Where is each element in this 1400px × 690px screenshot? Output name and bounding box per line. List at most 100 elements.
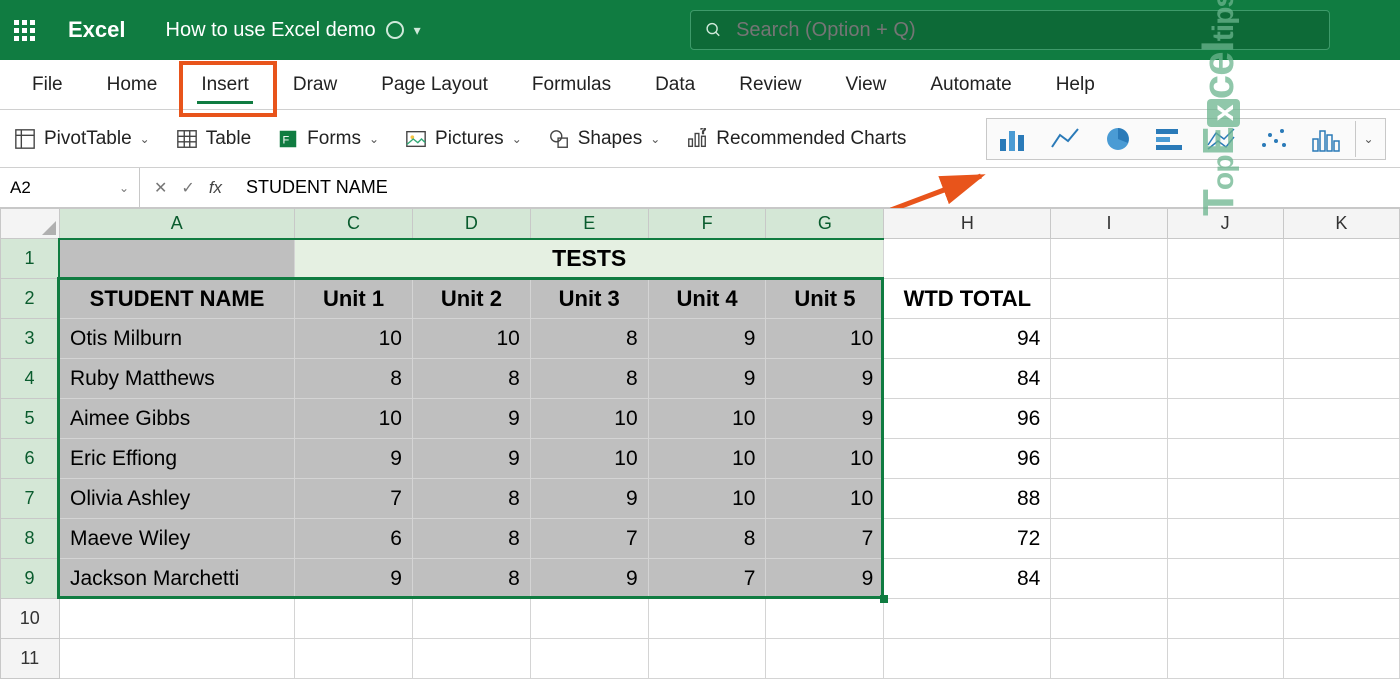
- cell[interactable]: [1051, 359, 1167, 399]
- line-chart-button[interactable]: [1043, 121, 1089, 157]
- cell[interactable]: Otis Milburn: [59, 319, 295, 359]
- cell[interactable]: [1051, 479, 1167, 519]
- cell[interactable]: Unit 5: [766, 279, 884, 319]
- column-header[interactable]: K: [1283, 209, 1399, 239]
- cell[interactable]: 10: [412, 319, 530, 359]
- cell[interactable]: [1051, 399, 1167, 439]
- tab-formulas[interactable]: Formulas: [510, 60, 633, 110]
- cell[interactable]: [1167, 519, 1283, 559]
- recommended-charts-button[interactable]: ? Recommended Charts: [686, 128, 906, 150]
- tab-insert[interactable]: Insert: [179, 60, 271, 110]
- more-charts-button[interactable]: ⌄: [1355, 121, 1381, 157]
- cell[interactable]: 10: [766, 319, 884, 359]
- row-header[interactable]: 3: [1, 319, 60, 359]
- cell[interactable]: [1283, 359, 1399, 399]
- cell[interactable]: Jackson Marchetti: [59, 559, 295, 599]
- tab-page-layout[interactable]: Page Layout: [359, 60, 510, 110]
- cell[interactable]: [1167, 439, 1283, 479]
- cell[interactable]: [1167, 319, 1283, 359]
- cell[interactable]: 10: [766, 439, 884, 479]
- column-header[interactable]: J: [1167, 209, 1283, 239]
- cell[interactable]: Unit 1: [295, 279, 413, 319]
- row-header[interactable]: 2: [1, 279, 60, 319]
- cell[interactable]: 9: [648, 319, 766, 359]
- cancel-icon[interactable]: ✕: [154, 178, 167, 198]
- cell[interactable]: 9: [412, 439, 530, 479]
- cell[interactable]: [530, 639, 648, 679]
- cell[interactable]: [59, 239, 295, 279]
- table-button[interactable]: Table: [176, 128, 251, 150]
- cell[interactable]: [884, 239, 1051, 279]
- cell[interactable]: [1283, 559, 1399, 599]
- cell[interactable]: [1283, 239, 1399, 279]
- cell[interactable]: 7: [648, 559, 766, 599]
- cell[interactable]: [1051, 439, 1167, 479]
- cell[interactable]: [1051, 239, 1167, 279]
- tab-file[interactable]: File: [10, 60, 85, 110]
- cell[interactable]: [59, 599, 295, 639]
- tab-data[interactable]: Data: [633, 60, 717, 110]
- row-header[interactable]: 11: [1, 639, 60, 679]
- cell[interactable]: [1283, 439, 1399, 479]
- cell[interactable]: [648, 599, 766, 639]
- row-header[interactable]: 1: [1, 239, 60, 279]
- cell[interactable]: Unit 3: [530, 279, 648, 319]
- cell[interactable]: TESTS: [295, 239, 884, 279]
- cell[interactable]: [1051, 319, 1167, 359]
- cell[interactable]: 10: [766, 479, 884, 519]
- cell[interactable]: [295, 599, 413, 639]
- cell[interactable]: 9: [766, 359, 884, 399]
- column-header[interactable]: D: [412, 209, 530, 239]
- row-header[interactable]: 4: [1, 359, 60, 399]
- cell[interactable]: 96: [884, 399, 1051, 439]
- cell[interactable]: 10: [530, 439, 648, 479]
- scatter-chart-button[interactable]: [1251, 121, 1297, 157]
- cell[interactable]: [1051, 639, 1167, 679]
- row-header[interactable]: 9: [1, 559, 60, 599]
- cell[interactable]: 10: [530, 399, 648, 439]
- cell[interactable]: 88: [884, 479, 1051, 519]
- cell[interactable]: [766, 639, 884, 679]
- select-all-corner[interactable]: [1, 209, 60, 239]
- cell[interactable]: [1283, 279, 1399, 319]
- cell[interactable]: 9: [295, 439, 413, 479]
- app-launcher-icon[interactable]: [10, 16, 38, 44]
- cell[interactable]: Unit 4: [648, 279, 766, 319]
- cell[interactable]: [530, 599, 648, 639]
- cell[interactable]: 7: [766, 519, 884, 559]
- cell[interactable]: Unit 2: [412, 279, 530, 319]
- tab-automate[interactable]: Automate: [908, 60, 1033, 110]
- cell[interactable]: 10: [295, 319, 413, 359]
- cell[interactable]: 9: [412, 399, 530, 439]
- cell[interactable]: [59, 639, 295, 679]
- cell[interactable]: STUDENT NAME: [59, 279, 295, 319]
- tab-review[interactable]: Review: [717, 60, 823, 110]
- cell[interactable]: [1167, 639, 1283, 679]
- cell[interactable]: [412, 599, 530, 639]
- cell[interactable]: [1283, 599, 1399, 639]
- cell[interactable]: [884, 639, 1051, 679]
- cell[interactable]: [1167, 399, 1283, 439]
- column-header[interactable]: G: [766, 209, 884, 239]
- cell[interactable]: 10: [648, 479, 766, 519]
- spreadsheet-grid[interactable]: ACDEFGHIJK1TESTS2STUDENT NAMEUnit 1Unit …: [0, 208, 1400, 679]
- cell[interactable]: [1167, 239, 1283, 279]
- cell[interactable]: Aimee Gibbs: [59, 399, 295, 439]
- tab-home[interactable]: Home: [85, 60, 180, 110]
- cell[interactable]: 84: [884, 359, 1051, 399]
- tab-draw[interactable]: Draw: [271, 60, 359, 110]
- row-header[interactable]: 7: [1, 479, 60, 519]
- cell[interactable]: 9: [766, 559, 884, 599]
- cell[interactable]: 9: [530, 559, 648, 599]
- cell[interactable]: 94: [884, 319, 1051, 359]
- cell[interactable]: 10: [648, 399, 766, 439]
- pivottable-button[interactable]: PivotTable ⌄: [14, 128, 150, 150]
- cell[interactable]: 8: [412, 479, 530, 519]
- cell[interactable]: [1283, 319, 1399, 359]
- cell[interactable]: Maeve Wiley: [59, 519, 295, 559]
- histogram-chart-button[interactable]: [1303, 121, 1349, 157]
- cell[interactable]: 84: [884, 559, 1051, 599]
- cell[interactable]: [295, 639, 413, 679]
- enter-icon[interactable]: ✓: [181, 178, 194, 198]
- row-header[interactable]: 10: [1, 599, 60, 639]
